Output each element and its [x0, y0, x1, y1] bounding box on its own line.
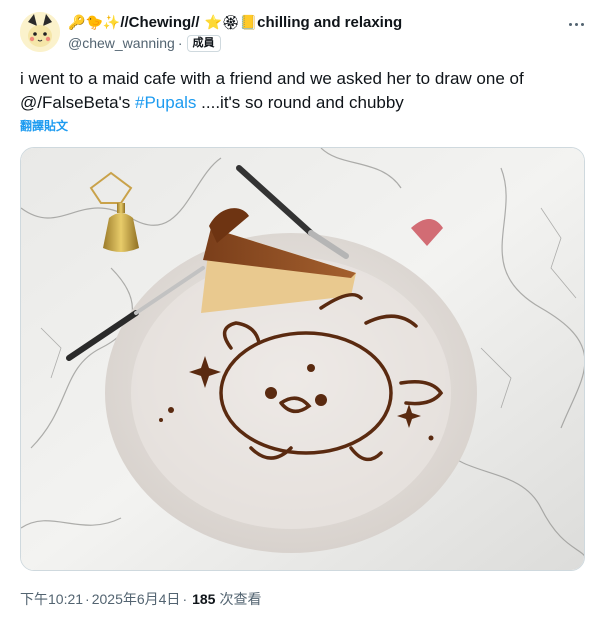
display-name[interactable]: //Chewing// — [120, 12, 199, 34]
more-options-icon[interactable] — [566, 14, 586, 34]
avatar[interactable] — [20, 12, 60, 52]
post-text-tail: ....it's so round and chubby — [196, 93, 404, 112]
star-emoji-icon: ⭐ — [204, 15, 222, 31]
sparkles-emoji-icon: ✨ — [102, 15, 121, 31]
notebook-emoji-icon: 📒 — [239, 15, 258, 31]
post-meta: 下午10:21 · 2025年6月4日 · 185 次查看 — [20, 589, 261, 609]
author-handle-row: @chew_wanning · 成員 — [68, 34, 221, 52]
handle-separator: · — [177, 35, 183, 51]
member-badge[interactable]: 成員 — [186, 34, 221, 52]
chick-emoji-icon: 🐤 — [85, 15, 103, 31]
flower-emoji-icon: 🏵 — [221, 15, 240, 31]
views-count[interactable]: 185 — [192, 591, 215, 607]
meta-separator: · — [85, 591, 90, 607]
status-text[interactable]: chilling and relaxing — [257, 12, 402, 34]
translate-post-link[interactable]: 翻譯貼文 — [20, 117, 68, 134]
tweet: 🔑 🐤 ✨ //Chewing// ⭐ 🏵 📒 chilling and rel… — [0, 0, 601, 620]
author-name-row[interactable]: 🔑 🐤 ✨ //Chewing// ⭐ 🏵 📒 chilling and rel… — [68, 12, 402, 34]
views-label: 次查看 — [219, 591, 262, 607]
post-time[interactable]: 下午10:21 — [20, 589, 83, 609]
photo-image — [21, 148, 584, 570]
post-photo[interactable] — [20, 147, 585, 571]
avatar-image — [20, 12, 60, 52]
post-date[interactable]: 2025年6月4日 — [92, 589, 181, 609]
meta-separator-2: · — [182, 591, 188, 607]
author-handle[interactable]: @chew_wanning — [68, 35, 175, 51]
post-text: i went to a maid cafe with a friend and … — [20, 67, 580, 115]
hashtag-link[interactable]: #Pupals — [135, 93, 196, 112]
key-emoji-icon: 🔑 — [68, 15, 86, 31]
